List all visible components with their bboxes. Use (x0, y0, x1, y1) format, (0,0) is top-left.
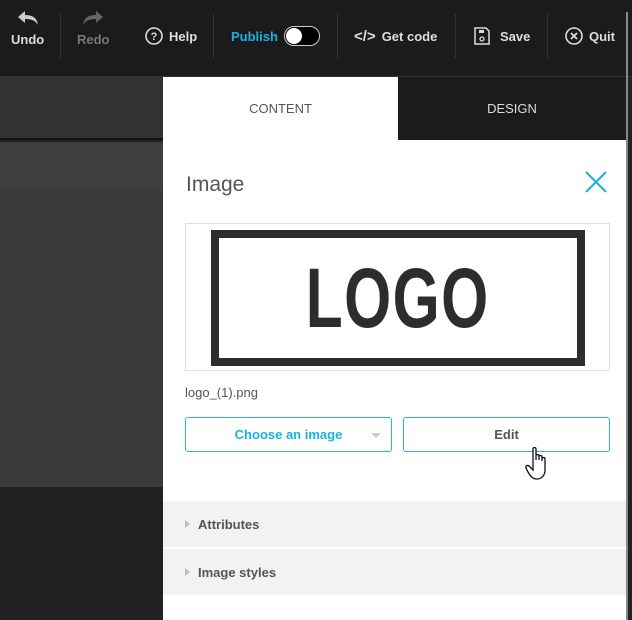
publish-label: Publish (231, 28, 278, 44)
get-code-button[interactable]: </> Get code (354, 28, 437, 45)
toolbar: Undo Redo ? Help Publish </> Get code Sa… (0, 0, 632, 77)
file-name: logo_(1).png (185, 385, 258, 400)
publish-toggle[interactable]: Publish (231, 26, 320, 46)
divider (455, 14, 456, 58)
edit-button[interactable]: Edit (403, 417, 610, 452)
undo-label: Undo (11, 32, 45, 47)
section-label: Attributes (198, 516, 260, 532)
svg-text:?: ? (151, 31, 158, 43)
help-icon: ? (145, 27, 163, 45)
help-label: Help (169, 28, 198, 44)
divider (60, 14, 61, 58)
logo-text: LOGO (306, 250, 490, 345)
quit-label: Quit (589, 28, 615, 44)
canvas-header (0, 77, 163, 140)
caret-right-icon (185, 520, 190, 528)
save-button[interactable]: Save (474, 27, 530, 45)
attributes-section[interactable]: Attributes (163, 501, 626, 547)
image-settings-panel: Image LOGO logo_(1).png Choose an image … (163, 140, 626, 620)
panel-title: Image (186, 173, 245, 196)
divider (213, 14, 214, 58)
logo-image: LOGO (211, 230, 585, 366)
save-icon (474, 27, 490, 45)
chevron-down-icon (371, 433, 381, 438)
tab-content[interactable]: CONTENT (163, 77, 398, 140)
choose-image-label: Choose an image (234, 427, 343, 442)
close-icon[interactable] (584, 170, 608, 194)
image-preview: LOGO (185, 223, 610, 371)
toggle-switch[interactable] (283, 26, 320, 46)
caret-right-icon (185, 568, 190, 576)
image-styles-section[interactable]: Image styles (163, 549, 626, 595)
divider (547, 14, 548, 58)
canvas-row (0, 142, 163, 190)
toggle-knob (285, 28, 302, 44)
close-circle-icon (565, 27, 583, 45)
scrollbar[interactable] (626, 12, 628, 620)
tab-design[interactable]: DESIGN (398, 77, 626, 140)
choose-image-dropdown[interactable]: Choose an image (185, 417, 392, 452)
help-button[interactable]: ? Help (145, 27, 197, 45)
save-label: Save (500, 28, 531, 44)
hand-cursor-icon (525, 447, 546, 480)
divider (337, 14, 338, 58)
get-code-label: Get code (381, 29, 438, 44)
redo-label: Redo (77, 32, 110, 47)
code-icon: </> (354, 28, 376, 45)
canvas-area (0, 190, 163, 487)
redo-icon (83, 11, 104, 25)
undo-button[interactable]: Undo (11, 10, 44, 47)
section-label: Image styles (198, 564, 277, 580)
undo-icon (17, 11, 38, 25)
redo-button[interactable]: Redo (77, 10, 110, 47)
quit-button[interactable]: Quit (565, 27, 615, 45)
